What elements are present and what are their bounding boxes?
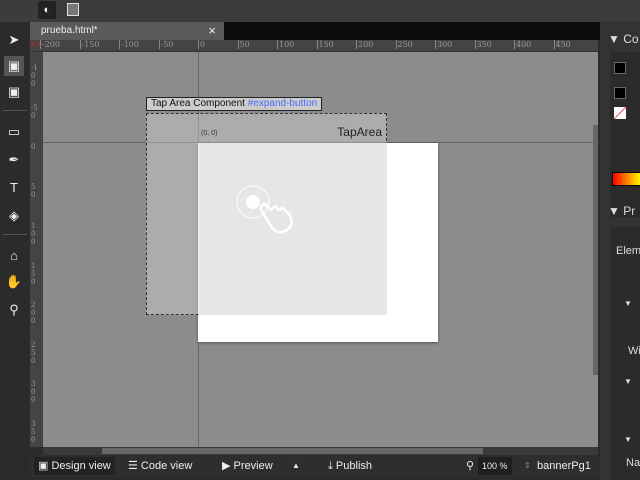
origin-label: (0, 0) bbox=[201, 130, 218, 137]
image-icon: ▣ bbox=[38, 460, 52, 472]
tab-title: prueba.html* bbox=[41, 25, 98, 36]
ruler-tick-label: 150 bbox=[31, 261, 36, 286]
ruler-tick-label: -50 bbox=[158, 40, 174, 49]
component-type: Tap Area Component bbox=[151, 98, 245, 109]
ruler-tick-label: -150 bbox=[79, 40, 100, 49]
vertical-ruler: -100 -50 0 50 100 150 200 250 300 350 bbox=[30, 52, 43, 447]
ruler-tick-label: 300 bbox=[31, 380, 36, 404]
ruler-tick-label: 350 bbox=[474, 40, 492, 49]
hand-tool-icon[interactable]: ✋ bbox=[4, 272, 24, 292]
play-icon: ▶ bbox=[222, 460, 234, 472]
color-panel-header[interactable]: ▼ Co bbox=[608, 32, 639, 46]
ruler-tick-label: 200 bbox=[356, 40, 374, 49]
ruler-tick-label: 350 bbox=[31, 419, 36, 444]
top-toolbar: ◐ bbox=[0, 0, 640, 22]
color-header-label: Co bbox=[623, 32, 639, 46]
ruler-tick-label: 250 bbox=[395, 40, 413, 49]
right-panel: ▼ Co ▼ Pr Elem ▼ Wi ▼ ▼ Na bbox=[600, 22, 640, 480]
document-tab[interactable]: prueba.html* × bbox=[30, 22, 224, 40]
divider bbox=[3, 110, 27, 111]
ruler-tick-label: 150 bbox=[316, 40, 334, 49]
tools-panel: ➤ ▣ ▣ ▭ ✒ T ◈ ⌂ ✋ ⚲ bbox=[0, 22, 30, 480]
download-icon: ⤓ bbox=[328, 460, 336, 472]
stage-tool-icon[interactable]: ⌂ bbox=[4, 246, 24, 266]
ruler-tick-label: 450 bbox=[553, 40, 571, 49]
ruler-tick-label: -200 bbox=[40, 40, 60, 49]
ruler-tick-label: 100 bbox=[31, 222, 36, 246]
pen-tool-icon[interactable]: ✒ bbox=[4, 150, 24, 170]
bottom-bar: ▣ Design view ☰ Code view ▶ Preview ▲ ⤓ … bbox=[30, 455, 600, 477]
ruler-tick-label: -100 bbox=[31, 64, 38, 88]
code-view-label: Code view bbox=[140, 460, 193, 472]
design-view-label: Design view bbox=[51, 460, 111, 472]
ruler-tick-label: 50 bbox=[237, 40, 250, 49]
publish-label: Publish bbox=[335, 460, 372, 472]
zoom-input[interactable]: 100 % bbox=[478, 457, 512, 475]
preview-label: Preview bbox=[233, 460, 273, 472]
no-color-swatch[interactable] bbox=[614, 107, 626, 119]
color-swatch[interactable] bbox=[614, 62, 626, 74]
ruler-tick-label: -50 bbox=[31, 103, 38, 120]
section-toggle-icon[interactable]: ▼ bbox=[624, 435, 632, 444]
ruler-tick-label: 50 bbox=[31, 182, 36, 199]
stroke-swatch[interactable] bbox=[614, 87, 626, 99]
ruler-tick-label: 0 bbox=[31, 143, 36, 151]
select-tool-icon[interactable]: ➤ bbox=[4, 30, 24, 50]
ruler-tick-label: 100 bbox=[277, 40, 295, 49]
tap-area-component[interactable]: (0, 0) TapArea bbox=[146, 113, 387, 315]
divider bbox=[3, 234, 27, 235]
properties-panel-header[interactable]: ▼ Pr bbox=[608, 204, 635, 218]
preview-toggle-icon[interactable]: ◐ bbox=[38, 1, 56, 19]
ruler-tick-label: 0 bbox=[198, 40, 206, 49]
publish-button[interactable]: ⤓ Publish bbox=[324, 457, 376, 475]
width-label: Wi bbox=[628, 345, 640, 357]
fill-tool-icon[interactable]: ◈ bbox=[4, 206, 24, 226]
component-label: Tap Area Component #expand-button bbox=[146, 97, 323, 111]
ruler-tick-label: 200 bbox=[31, 301, 36, 325]
color-gradient[interactable] bbox=[612, 172, 640, 186]
preview-dropdown-icon[interactable]: ▲ bbox=[288, 457, 304, 475]
properties-panel: Elem ▼ Wi ▼ ▼ Na bbox=[610, 227, 640, 480]
horizontal-ruler: X Y -200 -150 -100 -50 0 50 100 150 200 250 300 350… bbox=[30, 40, 598, 52]
element-label: Elem bbox=[616, 245, 640, 257]
ruler-tick-label: 250 bbox=[31, 340, 36, 365]
3d-translation-tool-icon[interactable]: ▣ bbox=[4, 82, 24, 102]
color-panel bbox=[610, 52, 640, 217]
vertical-scrollbar[interactable] bbox=[593, 125, 598, 375]
tag-tool-icon[interactable]: ▭ bbox=[4, 122, 24, 142]
zoom-tool-icon[interactable]: ⚲ bbox=[4, 300, 24, 320]
3d-rotation-tool-icon[interactable]: ▣ bbox=[4, 56, 24, 76]
tap-hand-icon bbox=[236, 185, 293, 234]
zoom-icon: ⚲ bbox=[466, 460, 475, 472]
ruler-tick-label: -100 bbox=[119, 40, 139, 49]
preview-button[interactable]: ▶ Preview bbox=[218, 457, 277, 475]
section-toggle-icon[interactable]: ▼ bbox=[624, 377, 632, 386]
page-selector[interactable]: bannerPg1 bbox=[533, 457, 595, 475]
section-toggle-icon[interactable]: ▼ bbox=[624, 299, 632, 308]
code-view-button[interactable]: ☰ Code view bbox=[124, 457, 196, 475]
3d-view-icon[interactable] bbox=[67, 3, 79, 16]
ruler-tick-label: 300 bbox=[435, 40, 453, 49]
properties-header-label: Pr bbox=[623, 204, 636, 218]
design-canvas[interactable]: (0, 0) TapArea Tap Area Component #expan… bbox=[43, 52, 598, 447]
close-icon[interactable]: × bbox=[208, 22, 216, 40]
lines-icon: ☰ bbox=[128, 460, 141, 472]
text-tool-icon[interactable]: T bbox=[4, 178, 24, 198]
scrollbar-thumb[interactable] bbox=[102, 448, 483, 454]
horizontal-scrollbar[interactable] bbox=[43, 447, 598, 455]
component-title: TapArea bbox=[337, 125, 382, 139]
ruler-tick-label: 400 bbox=[514, 40, 532, 49]
component-id: #expand-button bbox=[247, 98, 318, 109]
name-label: Na bbox=[626, 457, 640, 469]
design-view-button[interactable]: ▣ Design view bbox=[34, 457, 115, 475]
